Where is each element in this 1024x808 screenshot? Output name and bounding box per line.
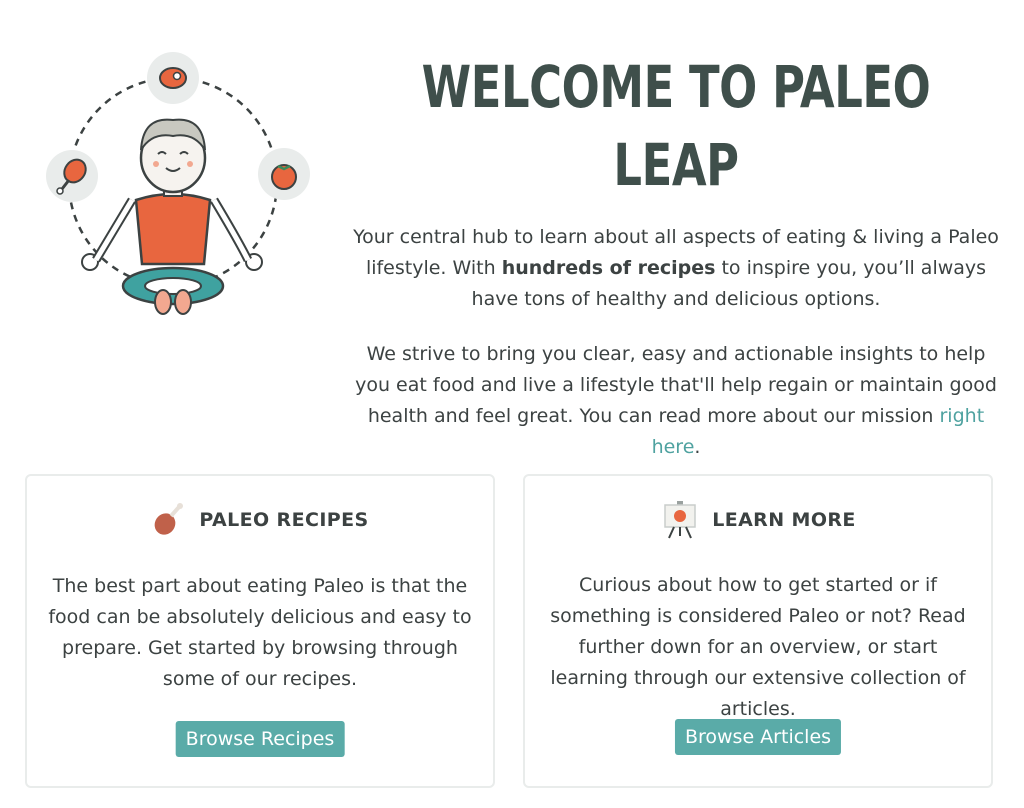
page-title: WELCOME TO PALEO LEAP [421,53,931,199]
learn-more-card-title: LEARN MORE [712,509,856,531]
learn-more-card-text: Curious about how to get started or if s… [550,574,966,720]
recipes-card: PALEO RECIPES The best part about eating… [25,474,495,788]
recipes-card-text: The best part about eating Paleo is that… [48,575,472,690]
intro-bold-recipes: hundreds of recipes [501,257,716,279]
mission-text-end: . [694,436,701,458]
meditating-person-illustration [38,50,318,330]
browse-articles-button[interactable]: Browse Articles [674,719,842,755]
mission-paragraph: We strive to bring you clear, easy and a… [352,339,1000,463]
steak-icon [147,52,199,104]
hero-section: WELCOME TO PALEO LEAP Your central hub t… [352,48,1000,463]
drumstick-icon [155,503,184,535]
presentation-board-icon [664,501,696,539]
mission-text-start: We strive to bring you clear, easy and a… [355,343,997,427]
recipes-card-header: PALEO RECIPES [27,502,493,538]
intro-paragraph: Your central hub to learn about all aspe… [352,222,1000,315]
drumstick-icon [46,150,98,202]
browse-recipes-button[interactable]: Browse Recipes [175,721,345,757]
learn-more-card-header: LEARN MORE [525,500,991,540]
recipes-card-title: PALEO RECIPES [199,509,369,531]
learn-more-card: LEARN MORE Curious about how to get star… [523,474,993,788]
tomato-icon [258,148,310,200]
